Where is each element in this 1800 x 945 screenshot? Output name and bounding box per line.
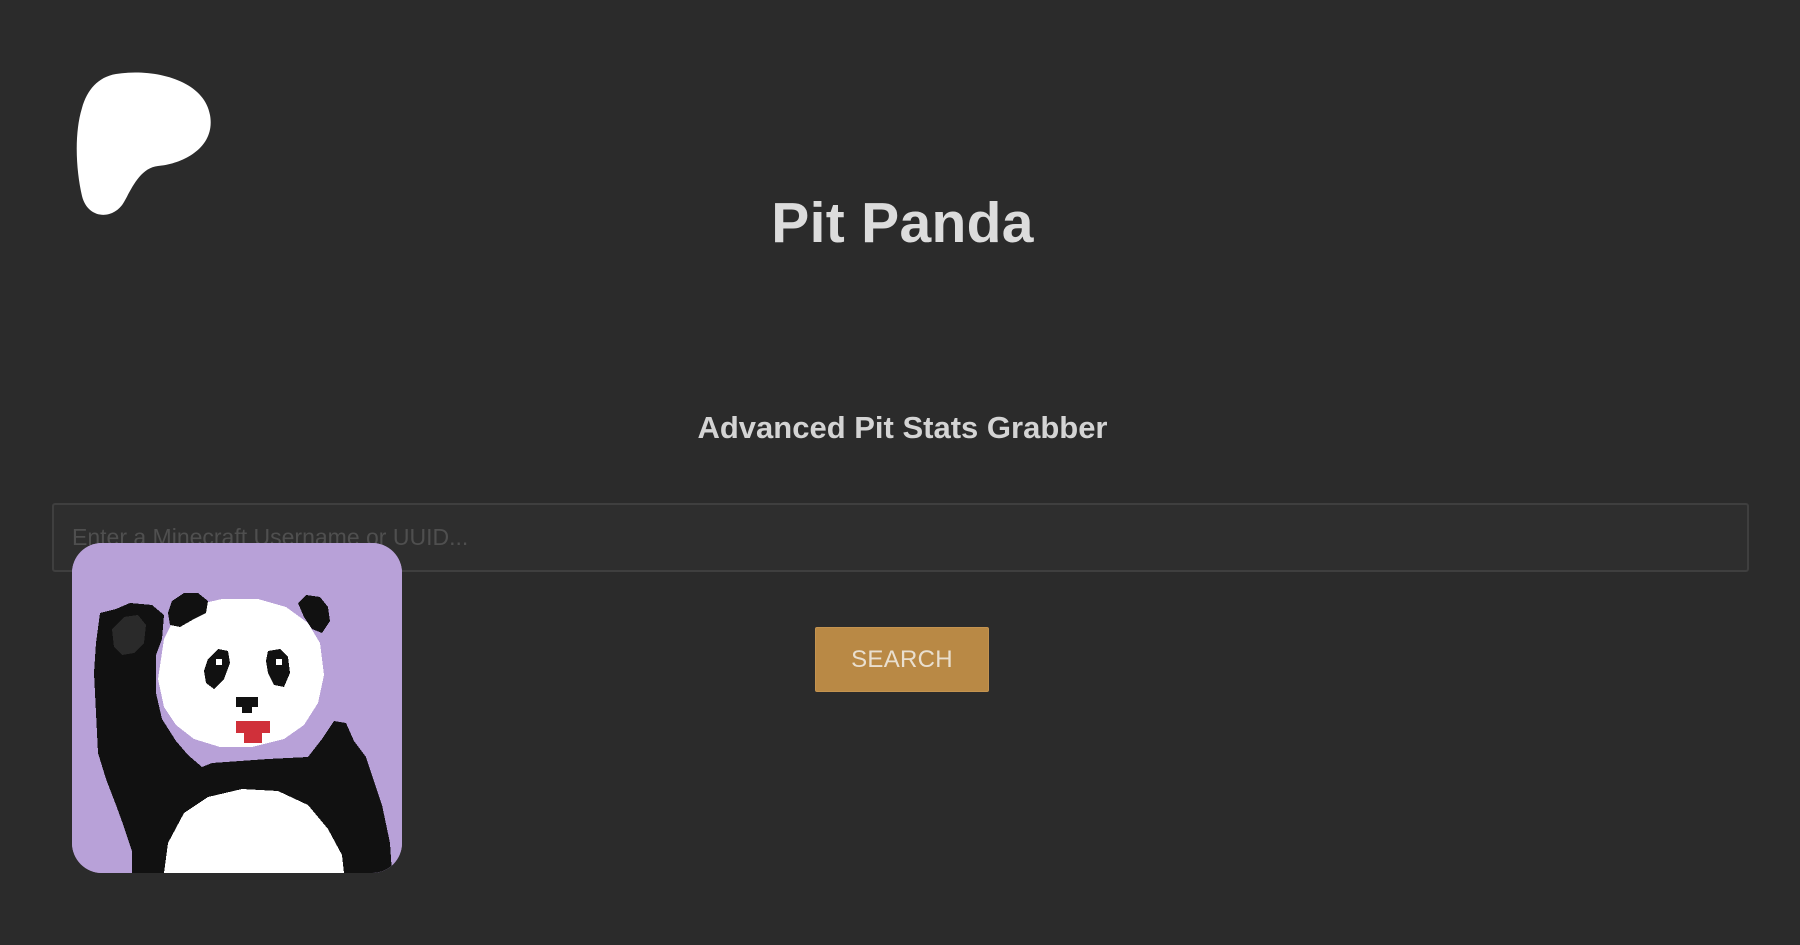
page: Pit Panda Advanced Pit Stats Grabber SEA… [0, 0, 1800, 945]
search-button[interactable]: SEARCH [815, 627, 989, 692]
page-title: Pit Panda [771, 191, 1034, 255]
pixel-panda-waving-icon [72, 543, 402, 873]
page-subtitle: Advanced Pit Stats Grabber [697, 410, 1108, 445]
